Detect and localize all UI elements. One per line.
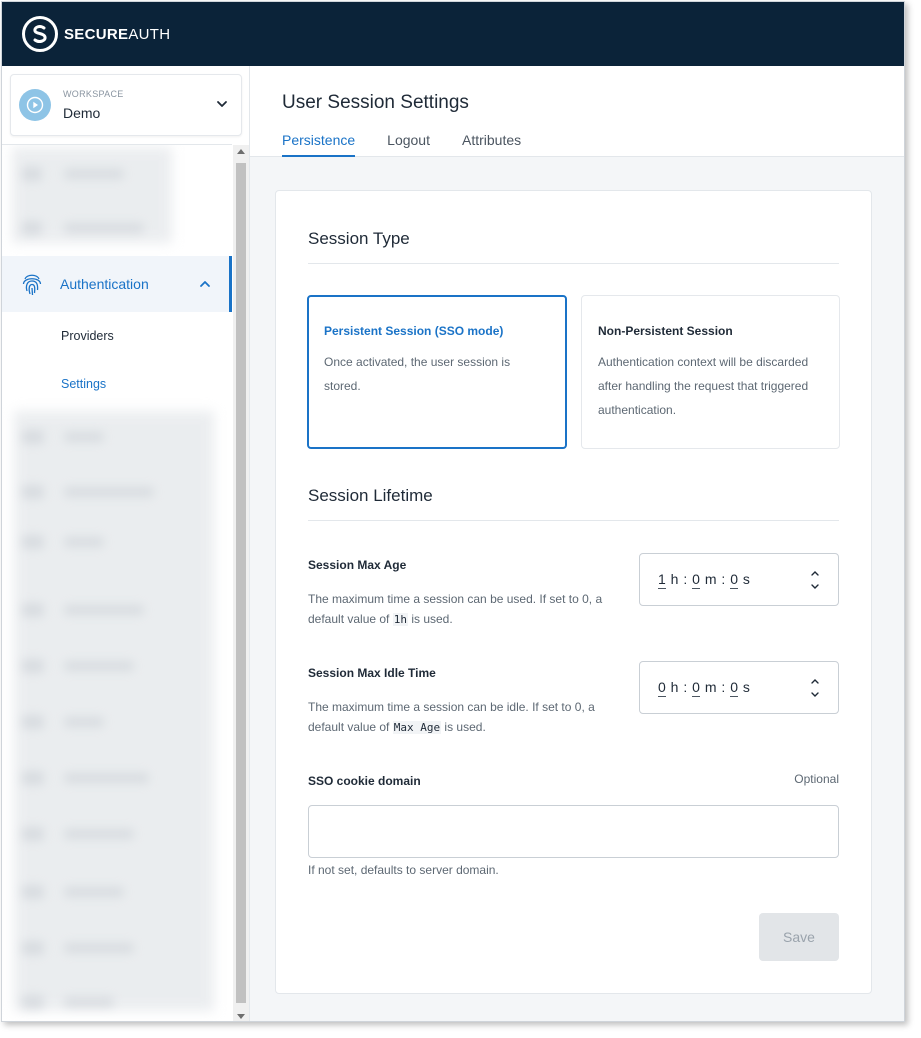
active-indicator — [229, 256, 232, 312]
play-circle-icon — [26, 96, 44, 114]
chevron-up-icon — [200, 281, 210, 287]
workspace-selector[interactable]: WORKSPACE Demo — [10, 74, 242, 136]
redacted-nav-item — [64, 661, 134, 671]
tab-persistence[interactable]: Persistence — [282, 132, 356, 157]
redacted-nav-item — [64, 773, 149, 783]
option-non-persistent-session[interactable]: Non-Persistent Session Authentication co… — [581, 295, 840, 449]
scroll-down-arrow-icon[interactable] — [237, 1014, 245, 1019]
hours-field[interactable]: 0 — [658, 679, 667, 697]
redacted-nav-item — [64, 887, 124, 897]
option-description: Once activated, the user session is stor… — [324, 355, 511, 393]
settings-card: Session Type Persistent Session (SSO mod… — [275, 190, 872, 994]
workspace-name: Demo — [63, 105, 101, 121]
session-max-age-label: Session Max Age — [308, 558, 407, 572]
redacted-nav-item — [22, 603, 44, 617]
spinner-icon[interactable] — [810, 567, 820, 593]
secureauth-logo-icon — [22, 16, 58, 52]
minutes-field[interactable]: 0 — [692, 571, 701, 589]
redacted-nav-item — [22, 715, 44, 729]
hours-field[interactable]: 1 — [658, 571, 667, 589]
sidebar-subitem-settings[interactable]: Settings — [61, 377, 106, 391]
redacted-nav-item — [22, 995, 44, 1009]
option-description: Authentication context will be discarded… — [598, 355, 809, 417]
sidebar-item-authentication[interactable]: Authentication — [2, 256, 232, 312]
session-max-age-duration-input[interactable]: 1 h : 0 m : 0 s — [639, 553, 839, 606]
code-snippet: Max Age — [392, 721, 442, 734]
redacted-nav-item — [22, 221, 42, 235]
option-title: Non-Persistent Session — [598, 324, 733, 338]
option-title: Persistent Session (SSO mode) — [324, 324, 504, 338]
sidebar-subitem-providers[interactable]: Providers — [61, 329, 114, 343]
app-window: SECUREAUTH WORKSPACE Demo Authentication… — [1, 1, 905, 1022]
redacted-nav-item — [64, 829, 134, 839]
tab-attributes[interactable]: Attributes — [462, 132, 521, 157]
section-title-session-lifetime: Session Lifetime — [308, 486, 433, 505]
minutes-field[interactable]: 0 — [692, 679, 701, 697]
save-button[interactable]: Save — [759, 913, 839, 961]
tab-bar: Persistence Logout Attributes — [282, 132, 553, 157]
redacted-nav-item — [64, 537, 104, 547]
redacted-nav-item — [22, 430, 44, 444]
redacted-nav-item — [22, 941, 44, 955]
sidebar-scrollbar[interactable] — [233, 145, 249, 1021]
fingerprint-icon — [22, 274, 42, 296]
sidebar-item-label: Authentication — [60, 276, 149, 292]
redacted-nav-item — [22, 659, 44, 673]
seconds-field[interactable]: 0 — [730, 679, 739, 697]
redacted-nav-item — [64, 432, 104, 442]
redacted-nav-item — [22, 827, 44, 841]
main-content: User Session Settings Persistence Logout… — [250, 66, 904, 1021]
redacted-nav-item — [22, 485, 44, 499]
redacted-nav-item — [22, 535, 44, 549]
redacted-nav-item — [22, 771, 44, 785]
page-header: User Session Settings Persistence Logout… — [250, 66, 904, 157]
redacted-nav-item — [64, 605, 144, 615]
redacted-nav-item — [64, 223, 144, 233]
top-bar: SECUREAUTH — [2, 2, 904, 66]
redacted-nav-item — [22, 885, 44, 899]
option-persistent-session[interactable]: Persistent Session (SSO mode) Once activ… — [307, 295, 567, 449]
session-max-idle-duration-input[interactable]: 0 h : 0 m : 0 s — [639, 661, 839, 714]
sidebar: WORKSPACE Demo Authentication Providers … — [2, 66, 250, 1021]
brand-name: SECUREAUTH — [64, 25, 171, 43]
section-title-session-type: Session Type — [308, 229, 410, 248]
session-max-idle-label: Session Max Idle Time — [308, 666, 436, 680]
redacted-nav-item — [64, 943, 134, 953]
scroll-up-arrow-icon[interactable] — [237, 149, 245, 154]
tab-logout[interactable]: Logout — [387, 132, 430, 157]
session-max-age-help: The maximum time a session can be used. … — [308, 592, 603, 626]
redacted-block — [14, 411, 214, 1011]
redacted-nav-item — [64, 487, 154, 497]
code-snippet: 1h — [392, 613, 408, 626]
seconds-field[interactable]: 0 — [730, 571, 739, 589]
sso-cookie-domain-help: If not set, defaults to server domain. — [308, 863, 499, 877]
optional-tag: Optional — [794, 772, 839, 786]
redacted-nav-item — [64, 169, 124, 179]
sidebar-nav: Authentication Providers Settings — [2, 145, 232, 1021]
sso-cookie-domain-input[interactable] — [308, 805, 839, 858]
sso-cookie-domain-label: SSO cookie domain — [308, 774, 421, 788]
redacted-nav-item — [64, 717, 104, 727]
chevron-down-icon — [217, 101, 227, 107]
redacted-nav-item — [64, 997, 114, 1007]
workspace-avatar — [19, 89, 51, 121]
section-divider — [308, 263, 839, 264]
workspace-label: WORKSPACE — [63, 89, 124, 99]
redacted-nav-item — [22, 167, 42, 181]
scrollbar-thumb[interactable] — [236, 163, 246, 1003]
page-title: User Session Settings — [282, 92, 469, 113]
section-divider — [308, 520, 839, 521]
session-max-idle-help: The maximum time a session can be idle. … — [308, 700, 595, 734]
spinner-icon[interactable] — [810, 675, 820, 701]
